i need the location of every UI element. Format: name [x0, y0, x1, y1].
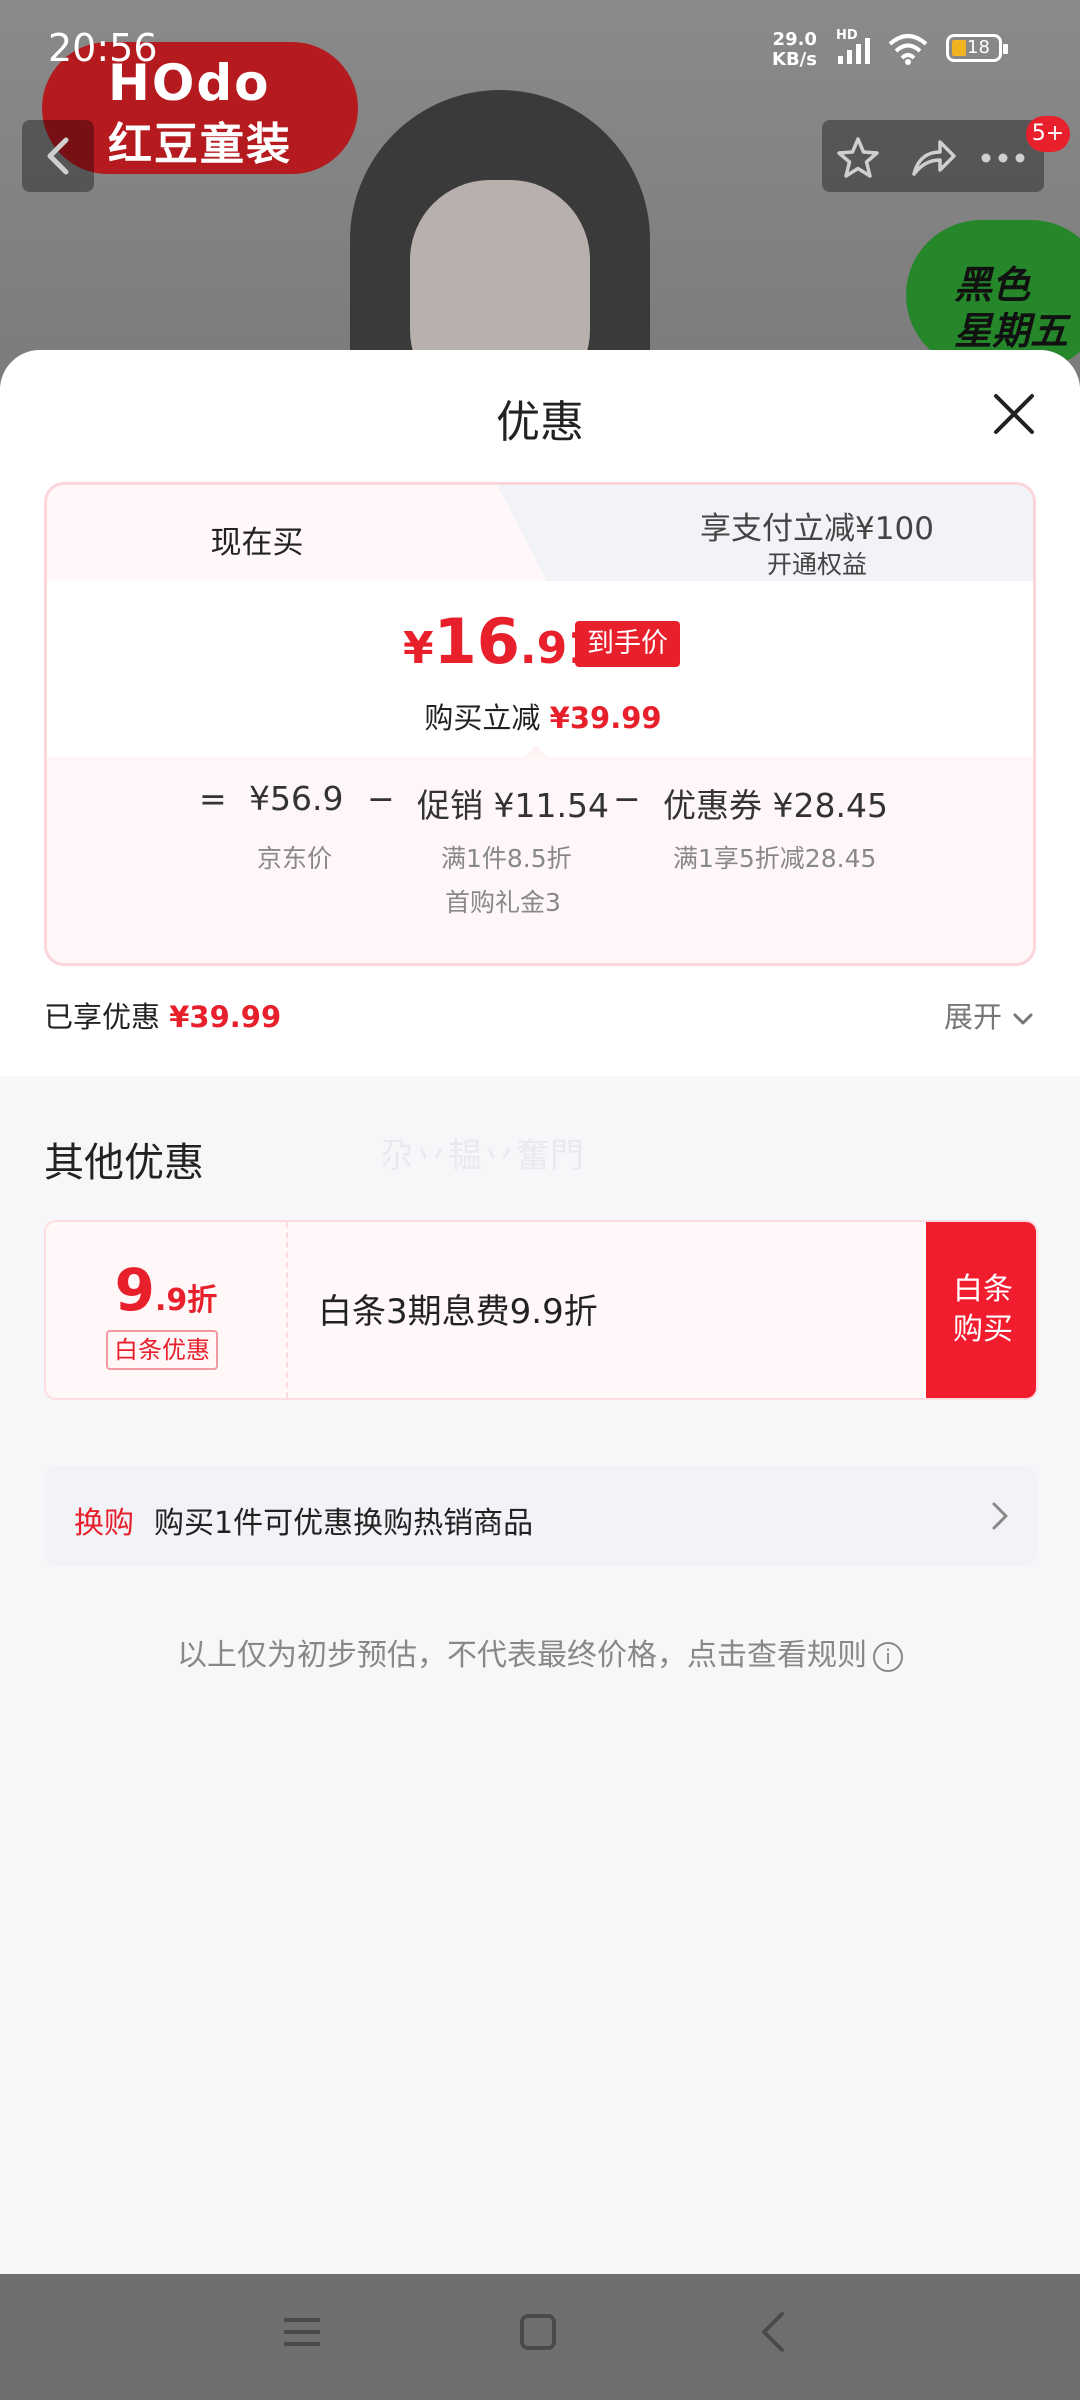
trade-in-label: 换购 — [74, 1506, 134, 1541]
promo-description: 白条3期息费9.9折 — [318, 1292, 598, 1332]
baitiao-buy-label: 白条 购买 — [953, 1272, 1013, 1347]
menu-icon — [284, 2318, 320, 2346]
promo-sticker: 黑色 星期五 — [906, 220, 1080, 370]
price-breakdown: = ¥56.9 京东价 − 促销 ¥11.54 满1件8.5折 首购礼金3 − … — [47, 757, 1033, 963]
cell-signal-icon: HD — [836, 28, 880, 72]
discount-sheet: 优惠 现在买 享支付立减¥100 开通权益 ¥16.91 到手价 购买立减 ¥3… — [0, 350, 1080, 2274]
network-speed: 29.0 KB/s — [772, 30, 817, 70]
promo-sticker-line2: 星期五 — [954, 309, 1069, 353]
promo-discount-decimal: .9折 — [155, 1283, 218, 1318]
promo-value-block: 9.9折 白条优惠 — [46, 1222, 288, 1398]
status-bar: 20:56 29.0 KB/s HD 18 — [0, 0, 1080, 100]
final-price: ¥16.91 — [403, 605, 598, 678]
tab-buy-now-label: 现在买 — [210, 525, 304, 561]
battery-icon: 18 — [946, 34, 1008, 62]
hd-label: HD — [836, 28, 858, 43]
final-price-currency: ¥ — [403, 623, 434, 674]
coupon-rule: 满1享5折减28.45 — [673, 844, 877, 873]
top-toolbar — [822, 120, 1044, 192]
price-disclaimer[interactable]: 以上仅为初步预估，不代表最终价格，点击查看规则 i — [0, 1630, 1080, 1674]
sheet-title: 优惠 — [496, 397, 584, 448]
brand-logo-subtext: 红豆童装 — [108, 119, 292, 170]
promotion-rule: 满1件8.5折 — [441, 844, 572, 873]
minus-sign: − — [613, 779, 641, 818]
back-triangle-icon — [762, 2312, 784, 2352]
network-speed-unit: KB/s — [772, 49, 817, 70]
purchase-saving: 购买立减 ¥39.99 — [47, 695, 1033, 737]
expand-label: 展开 — [944, 1000, 1003, 1034]
info-icon: i — [873, 1641, 903, 1672]
close-button[interactable] — [986, 386, 1042, 442]
system-nav-bar — [0, 2274, 1080, 2400]
more-button[interactable] — [978, 136, 1028, 184]
jd-price-value: ¥56.9 — [249, 779, 344, 818]
wifi-icon — [886, 30, 930, 70]
back-nav-button[interactable] — [752, 2310, 796, 2358]
share-button[interactable] — [910, 136, 956, 184]
price-card: 现在买 享支付立减¥100 开通权益 ¥16.91 到手价 购买立减 ¥39.9… — [44, 482, 1036, 966]
coupon-value: 优惠券 ¥28.45 — [663, 786, 888, 825]
chevron-down-icon — [1013, 1013, 1033, 1025]
enjoyed-discount: 已享优惠 ¥39.99 — [44, 994, 281, 1036]
star-icon — [837, 137, 879, 178]
purchase-saving-value: ¥39.99 — [549, 701, 662, 735]
chevron-right-icon — [988, 1496, 1012, 1540]
final-price-tag: 到手价 — [575, 621, 680, 667]
status-time: 20:56 — [48, 26, 158, 70]
enjoyed-discount-label: 已享优惠 — [44, 1000, 161, 1034]
purchase-saving-label: 购买立减 — [424, 701, 541, 735]
promotion-value: 促销 ¥11.54 — [417, 786, 609, 825]
promo-discount-integer: 9 — [114, 1256, 156, 1324]
battery-level: 18 — [967, 37, 990, 58]
trade-in-text: 购买1件可优惠换购热销商品 — [154, 1506, 534, 1541]
baitiao-buy-button[interactable]: 白条 购买 — [926, 1222, 1036, 1398]
promo-type-tag: 白条优惠 — [106, 1330, 218, 1370]
tab-pay-discount-label: 享支付立减¥100 — [700, 511, 934, 547]
breakdown-pointer — [524, 745, 548, 757]
cart-badge: 5+ — [1026, 116, 1070, 152]
other-discounts-title: 其他优惠 — [44, 1140, 204, 1186]
sheet-header-area: 优惠 现在买 享支付立减¥100 开通权益 ¥16.91 到手价 购买立减 ¥3… — [0, 350, 1080, 1076]
chevron-left-icon — [47, 137, 69, 175]
expand-button[interactable]: 展开 — [944, 994, 1035, 1036]
close-icon — [994, 394, 1034, 434]
home-square-icon — [520, 2314, 556, 2350]
trade-in-row[interactable]: 换购 购买1件可优惠换购热销商品 — [44, 1466, 1038, 1566]
favorite-button[interactable] — [836, 136, 880, 184]
menu-nav-button[interactable] — [280, 2310, 324, 2358]
watermark: 尕丷韫丷奮門 — [380, 1136, 584, 1176]
promo-discount: 9.9折 — [46, 1256, 286, 1324]
more-dots-icon — [981, 153, 1025, 163]
tab-pay-discount-sublabel: 开通权益 — [766, 550, 867, 579]
price-disclaimer-text: 以上仅为初步预估，不代表最终价格，点击查看规则 — [177, 1638, 867, 1673]
minus-sign: − — [367, 779, 395, 818]
equals-sign: = — [199, 779, 227, 818]
enjoyed-discount-value: ¥39.99 — [169, 1000, 282, 1034]
price-summary: ¥16.91 到手价 购买立减 ¥39.99 = ¥56.9 京东价 − 促销 … — [47, 581, 1033, 963]
network-speed-value: 29.0 — [772, 29, 817, 50]
first-purchase-gift: 首购礼金3 — [445, 888, 561, 917]
final-price-integer: 16 — [433, 605, 520, 678]
jd-price-label: 京东价 — [257, 844, 333, 873]
share-icon — [912, 140, 956, 176]
baitiao-promo-card[interactable]: 9.9折 白条优惠 白条3期息费9.9折 白条 购买 — [44, 1220, 1038, 1400]
home-nav-button[interactable] — [516, 2310, 560, 2358]
back-button[interactable] — [22, 120, 94, 192]
